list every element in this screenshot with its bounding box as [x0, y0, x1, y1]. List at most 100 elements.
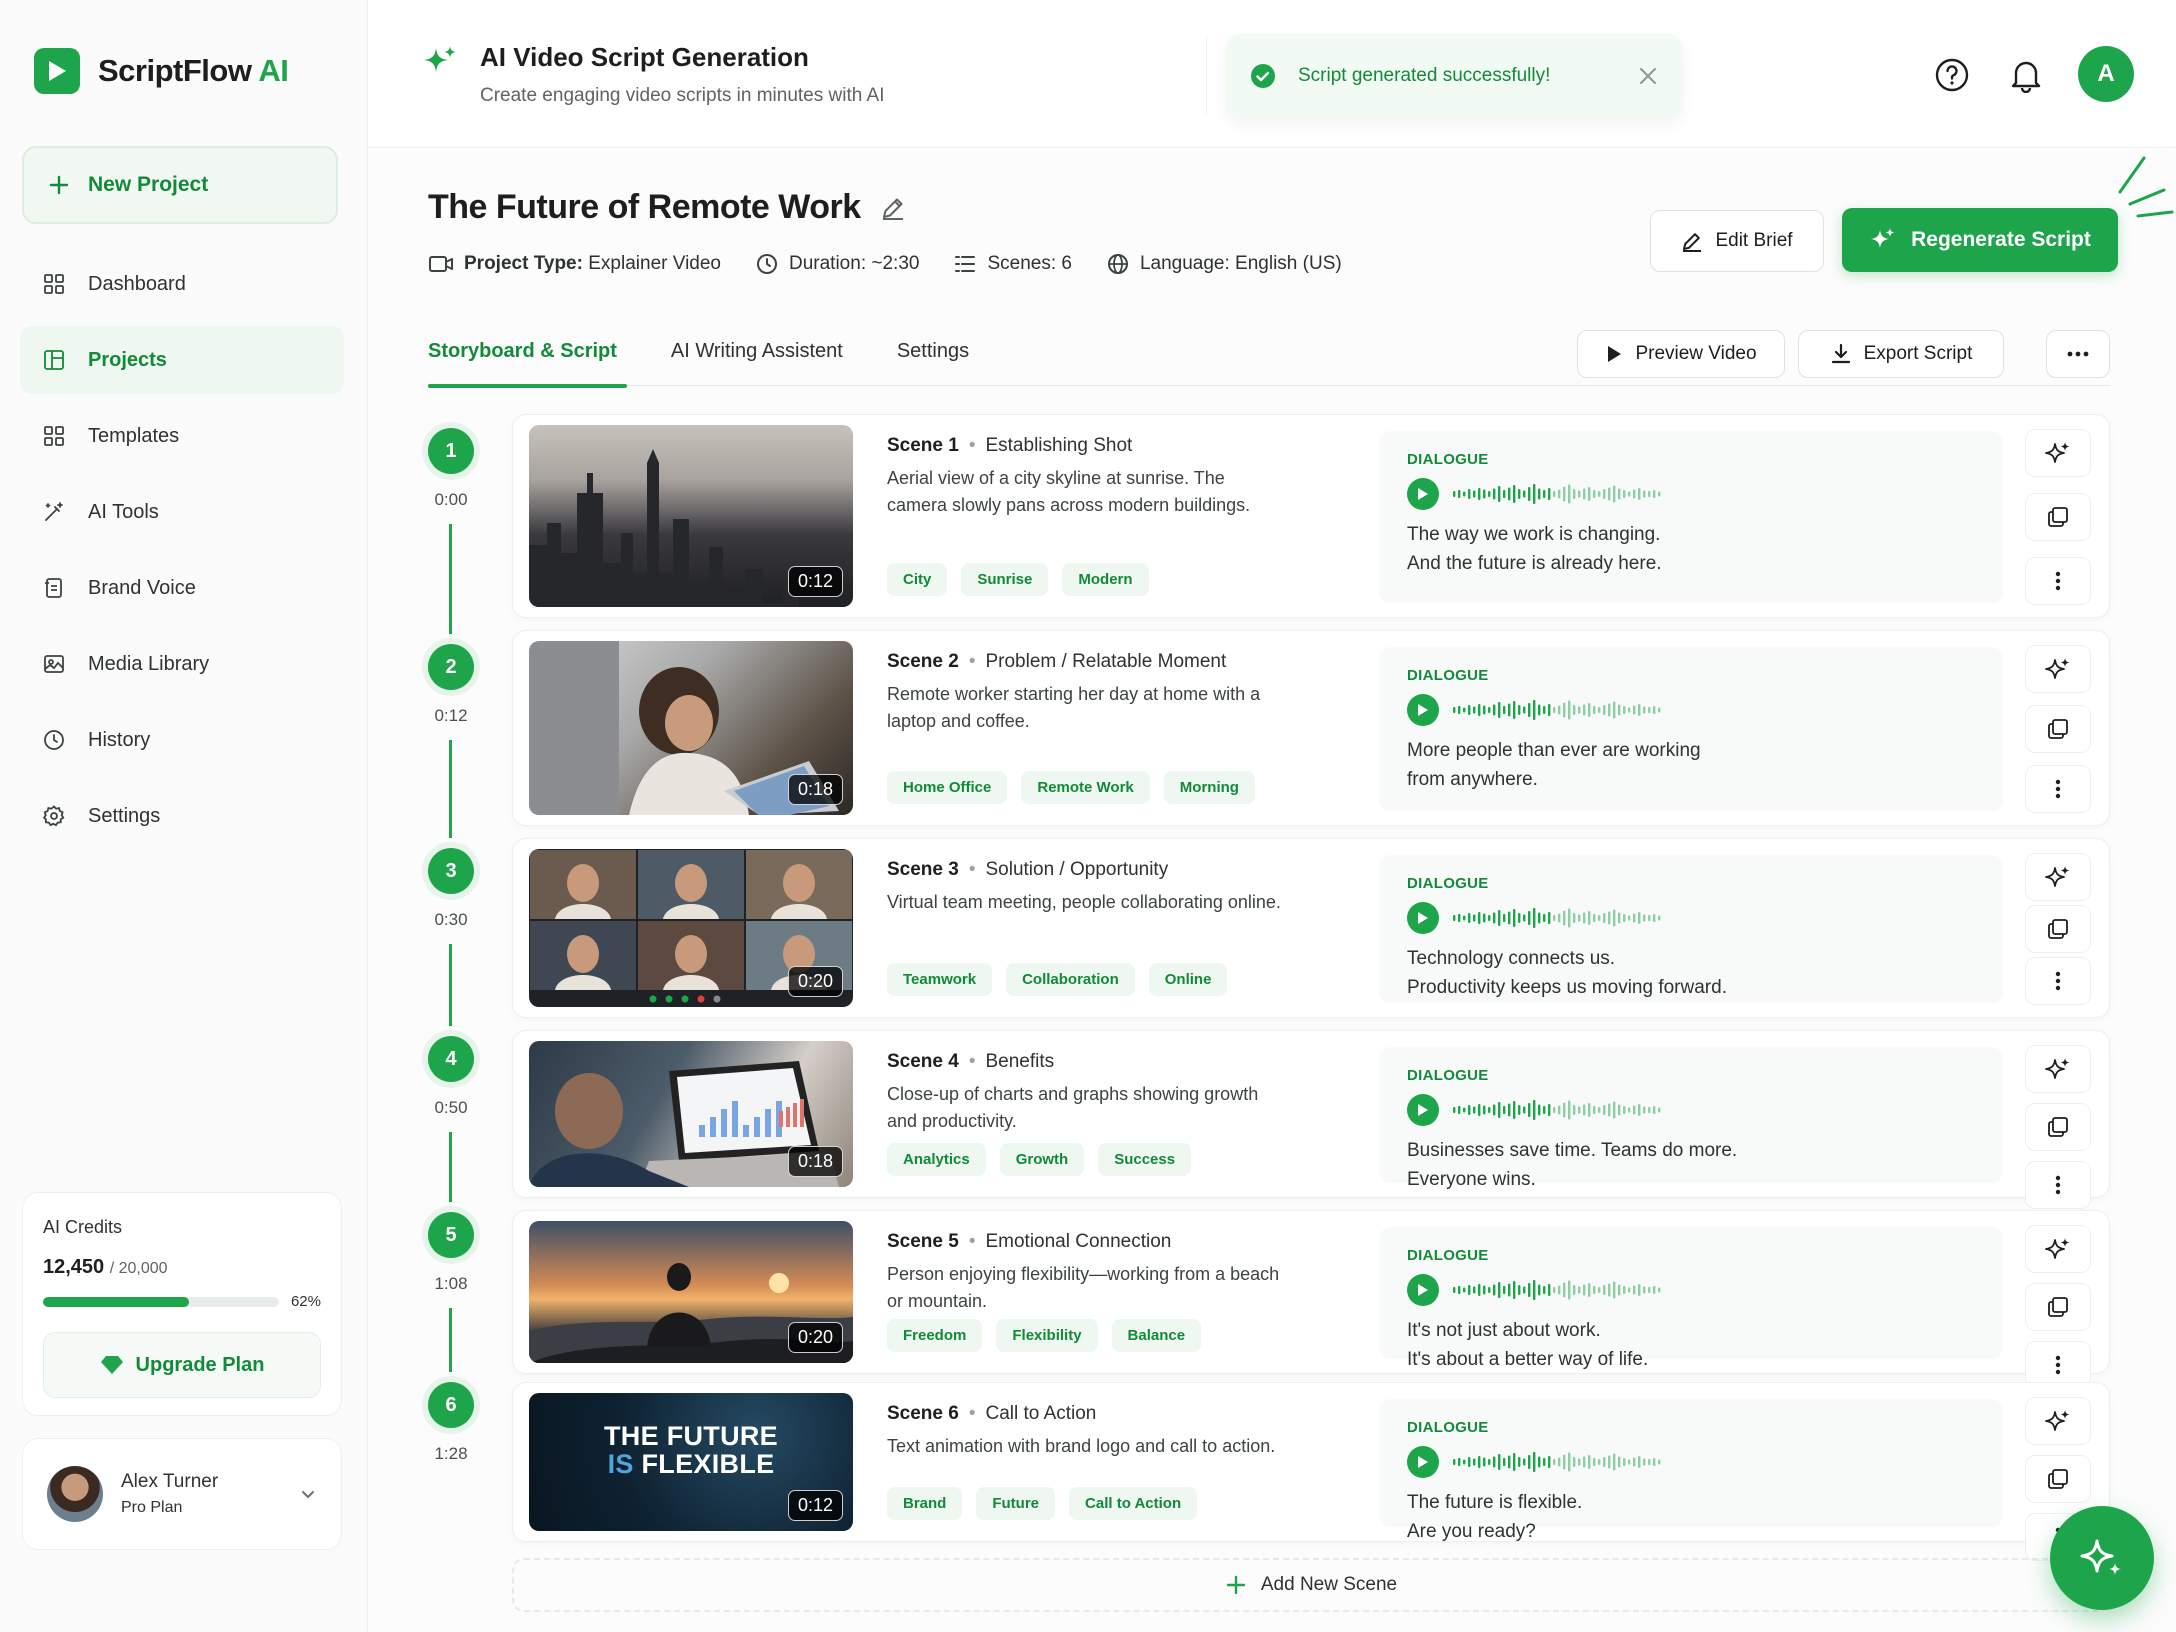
duplicate-scene-button[interactable]: [2025, 1283, 2091, 1331]
scene-more-button[interactable]: [2025, 557, 2091, 605]
scene-tag[interactable]: Teamwork: [887, 963, 993, 996]
plus-icon: [1226, 1575, 1246, 1595]
scene-duration: 0:20: [787, 1322, 843, 1353]
play-audio-button[interactable]: [1407, 694, 1439, 726]
duplicate-scene-button[interactable]: [2025, 1455, 2091, 1503]
ai-rewrite-button[interactable]: [2025, 429, 2091, 477]
play-audio-button[interactable]: [1407, 1446, 1439, 1478]
scene-tag[interactable]: Sunrise: [961, 563, 1049, 596]
duplicate-scene-button[interactable]: [2025, 905, 2091, 953]
user-profile[interactable]: Alex Turner Pro Plan: [22, 1438, 342, 1550]
bell-icon[interactable]: [2006, 55, 2046, 95]
scene-tag[interactable]: Morning: [1163, 771, 1255, 804]
scene-tag[interactable]: Growth: [999, 1143, 1085, 1176]
upgrade-plan-button[interactable]: Upgrade Plan: [43, 1332, 321, 1398]
app-name: ScriptFlow AI: [98, 53, 289, 88]
more-options-button[interactable]: [2046, 330, 2110, 378]
duplicate-scene-button[interactable]: [2025, 493, 2091, 541]
scene-tag[interactable]: Balance: [1111, 1319, 1202, 1352]
audio-waveform[interactable]: [1453, 1450, 1663, 1474]
tab-storyboard-script[interactable]: Storyboard & Script: [428, 330, 627, 388]
preview-video-button[interactable]: Preview Video: [1577, 330, 1785, 378]
scene-tag[interactable]: Collaboration: [1006, 963, 1135, 996]
scene-tag[interactable]: Online: [1148, 963, 1228, 996]
scene-thumbnail[interactable]: 0:12: [529, 425, 853, 607]
duplicate-scene-button[interactable]: [2025, 705, 2091, 753]
play-audio-button[interactable]: [1407, 478, 1439, 510]
add-new-scene-button[interactable]: Add New Scene: [512, 1558, 2110, 1612]
scene-tag[interactable]: Flexibility: [996, 1319, 1098, 1352]
export-script-label: Export Script: [1863, 343, 1973, 364]
sidebar-item-media-library[interactable]: Media Library: [20, 630, 344, 698]
settings-icon: [42, 805, 65, 827]
scene-tag[interactable]: Modern: [1062, 563, 1149, 596]
close-icon[interactable]: [1638, 66, 1658, 86]
more-vertical-icon: [2055, 1175, 2061, 1195]
scene-tag[interactable]: Freedom: [887, 1319, 983, 1352]
scene-tag[interactable]: Future: [976, 1487, 1056, 1520]
scene-thumbnail[interactable]: 0:18: [529, 1041, 853, 1187]
audio-waveform[interactable]: [1453, 1098, 1663, 1122]
sidebar-item-ai-tools[interactable]: AI Tools: [20, 478, 344, 546]
scene-tag[interactable]: City: [887, 563, 948, 596]
more-vertical-icon: [2055, 971, 2061, 991]
user-avatar-button[interactable]: A: [2078, 46, 2134, 102]
sidebar-item-settings[interactable]: Settings: [20, 782, 344, 850]
edit-brief-button[interactable]: Edit Brief: [1650, 210, 1824, 272]
scene-more-button[interactable]: [2025, 1161, 2091, 1209]
scene-tag[interactable]: Home Office: [887, 771, 1008, 804]
project-meta: Project Type: Explainer Video Duration: …: [428, 252, 1342, 276]
ai-rewrite-button[interactable]: [2025, 645, 2091, 693]
scene-thumbnail[interactable]: 0:20: [529, 849, 853, 1007]
scene-tag[interactable]: Analytics: [887, 1143, 986, 1176]
audio-waveform[interactable]: [1453, 698, 1663, 722]
app-logo[interactable]: ScriptFlow AI: [34, 48, 289, 94]
ai-rewrite-button[interactable]: [2025, 1045, 2091, 1093]
tab-settings[interactable]: Settings: [897, 330, 969, 386]
ai-tools-icon: [45, 502, 63, 521]
list-icon: [955, 256, 976, 272]
sidebar-item-templates[interactable]: Templates: [20, 402, 344, 470]
scene-thumbnail[interactable]: 0:20: [529, 1221, 853, 1363]
timeline-step: 6: [428, 1382, 474, 1428]
export-script-button[interactable]: Export Script: [1798, 330, 2004, 378]
ai-rewrite-button[interactable]: [2025, 1397, 2091, 1445]
scene-actions: [2025, 645, 2091, 813]
scene-tag[interactable]: Brand: [887, 1487, 963, 1520]
sidebar-item-history[interactable]: History: [20, 706, 344, 774]
ai-rewrite-button[interactable]: [2025, 1225, 2091, 1273]
chevron-down-icon[interactable]: [299, 1485, 317, 1503]
sidebar-item-dashboard[interactable]: Dashboard: [20, 250, 344, 318]
audio-waveform[interactable]: [1453, 482, 1663, 506]
new-project-button[interactable]: New Project: [22, 146, 338, 224]
play-audio-button[interactable]: [1407, 1094, 1439, 1126]
ai-assistant-fab[interactable]: [2050, 1506, 2154, 1610]
scene-thumbnail[interactable]: THE FUTURE IS FLEXIBLE 0:12: [529, 1393, 853, 1531]
dialogue-label: DIALOGUE: [1407, 1247, 1489, 1264]
sidebar-item-brand-voice[interactable]: Brand Voice: [20, 554, 344, 622]
help-icon[interactable]: [1932, 55, 1972, 95]
duplicate-scene-button[interactable]: [2025, 1103, 2091, 1151]
scene-tag[interactable]: Success: [1098, 1143, 1192, 1176]
audio-waveform[interactable]: [1453, 1278, 1663, 1302]
scene-more-button[interactable]: [2025, 765, 2091, 813]
scene-tag[interactable]: Call to Action: [1069, 1487, 1198, 1520]
sidebar-item-projects[interactable]: Projects: [20, 326, 344, 394]
scene-more-button[interactable]: [2025, 957, 2091, 1005]
audio-waveform[interactable]: [1453, 906, 1663, 930]
scene-description: Text animation with brand logo and call …: [887, 1436, 1276, 1456]
sparkles-icon: [2080, 1539, 2121, 1575]
scene-tag[interactable]: Remote Work: [1021, 771, 1150, 804]
timeline-step: 2: [428, 644, 474, 690]
dialogue-panel: DIALOGUE The future is flexible. Are you …: [1379, 1399, 2003, 1542]
play-audio-button[interactable]: [1407, 1274, 1439, 1306]
regenerate-script-button[interactable]: Regenerate Script: [1842, 208, 2118, 272]
timeline-step: 1: [428, 428, 474, 474]
play-audio-button[interactable]: [1407, 902, 1439, 934]
edit-title-icon[interactable]: [879, 194, 907, 222]
scene-thumbnail[interactable]: 0:18: [529, 641, 853, 815]
timeline-step: 4: [428, 1036, 474, 1082]
dialogue-label: DIALOGUE: [1407, 875, 1489, 892]
tab-ai-writing-assistant[interactable]: AI Writing Assistent: [671, 330, 843, 386]
ai-rewrite-button[interactable]: [2025, 853, 2091, 901]
